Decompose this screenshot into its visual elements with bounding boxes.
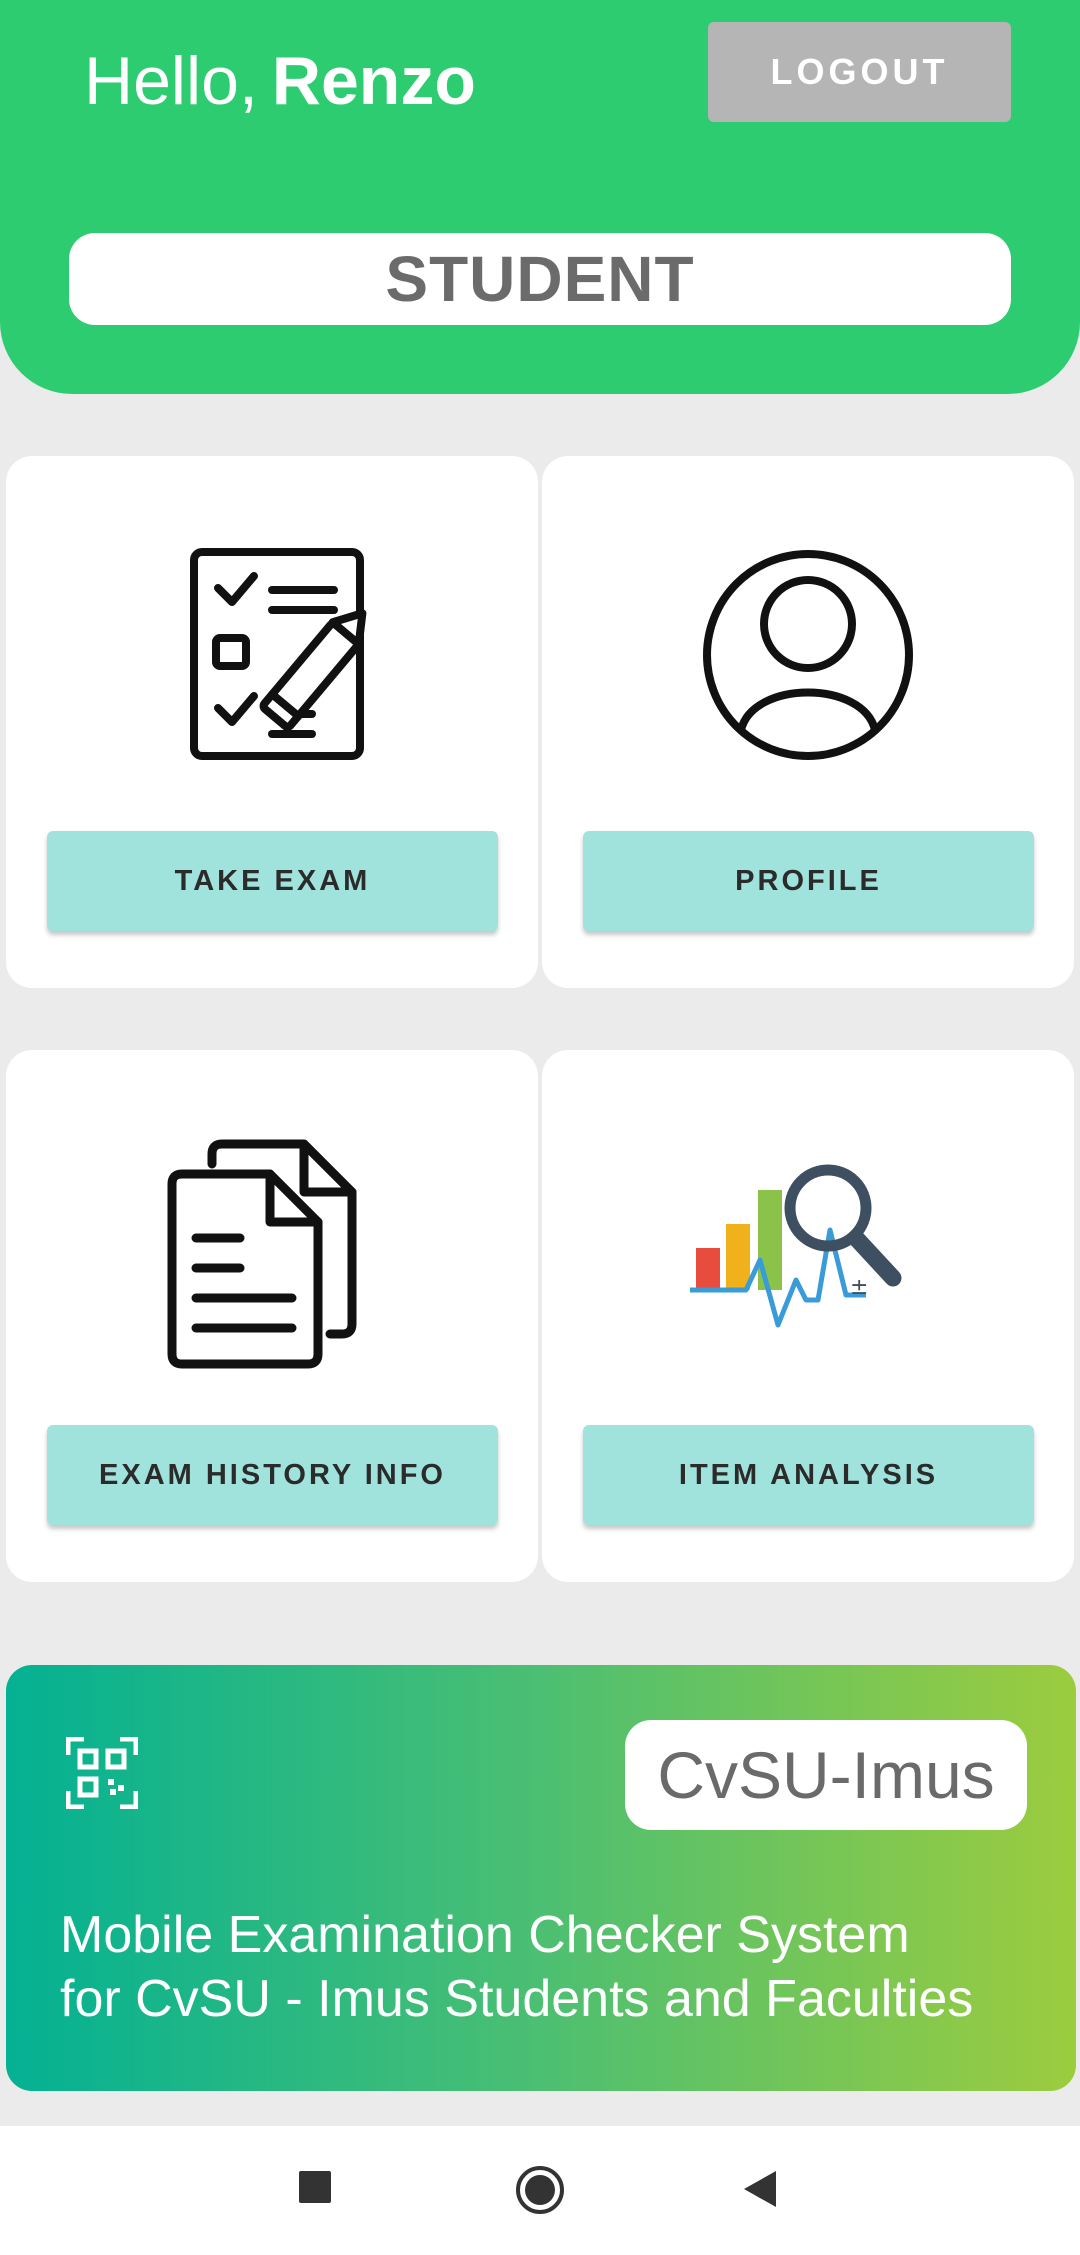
home-button[interactable] <box>514 2164 566 2216</box>
exam-history-card: EXAM HISTORY INFO <box>6 1050 538 1582</box>
home-icon <box>516 2166 564 2214</box>
item-analysis-card: ± ITEM ANALYSIS <box>542 1050 1074 1582</box>
banner-description-line-1: Mobile Examination Checker System <box>60 1906 910 1964</box>
take-exam-button[interactable]: TAKE EXAM <box>47 831 498 931</box>
qr-code-icon[interactable] <box>66 1737 138 1809</box>
exam-history-info-button[interactable]: EXAM HISTORY INFO <box>47 1425 498 1525</box>
user-name: Renzo <box>271 43 476 119</box>
profile-button[interactable]: PROFILE <box>583 831 1034 931</box>
user-profile-icon <box>703 550 913 760</box>
exam-checklist-icon <box>190 548 367 760</box>
documents-icon <box>167 1139 357 1369</box>
greeting-text: Hello, <box>84 43 258 119</box>
analytics-magnifier-icon: ± <box>690 1164 902 1328</box>
banner-description-line-2: for CvSU - Imus Students and Faculties <box>60 1970 974 2028</box>
greeting: Hello, Renzo <box>84 36 476 126</box>
recents-icon <box>299 2171 331 2203</box>
brand-label: CvSU-Imus <box>625 1720 1027 1830</box>
logout-button[interactable]: LOGOUT <box>708 22 1011 122</box>
recents-button[interactable] <box>298 2170 332 2204</box>
back-icon <box>744 2171 776 2207</box>
take-exam-card: TAKE EXAM <box>6 456 538 988</box>
app-banner: CvSU-Imus Mobile Examination Checker Sys… <box>6 1665 1076 2091</box>
banner-description: Mobile Examination Checker System for Cv… <box>60 1903 1040 2031</box>
item-analysis-button[interactable]: ITEM ANALYSIS <box>583 1425 1034 1525</box>
system-nav-bar <box>0 2126 1080 2255</box>
header: Hello, Renzo LOGOUT STUDENT <box>0 0 1080 394</box>
back-button[interactable] <box>742 2170 778 2208</box>
profile-card: PROFILE <box>542 456 1074 988</box>
svg-text:±: ± <box>850 1275 868 1300</box>
role-label: STUDENT <box>69 233 1011 325</box>
